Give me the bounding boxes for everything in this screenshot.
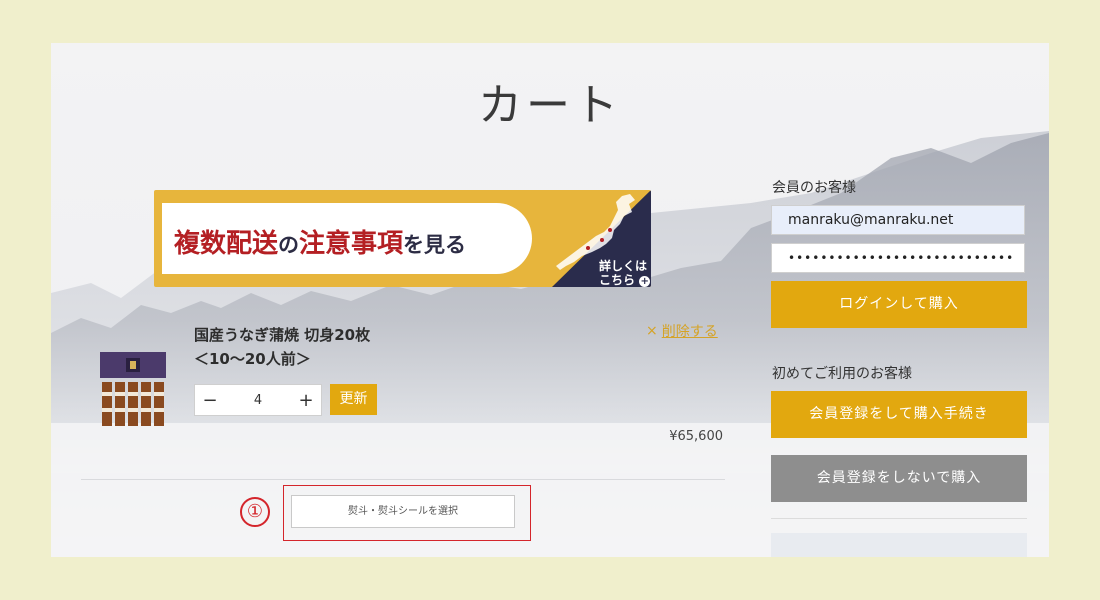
update-button[interactable]: 更新 <box>330 384 377 415</box>
banner-detail-line1: 詳しくは <box>599 259 648 273</box>
close-icon: × <box>646 323 658 339</box>
minus-button[interactable]: − <box>195 390 225 411</box>
purchase-without-register-button[interactable]: 会員登録をしないで購入 <box>771 455 1027 502</box>
page-title: カート <box>478 80 622 131</box>
plus-circle-icon: + <box>639 276 651 287</box>
member-heading: 会員のお客様 <box>772 180 856 196</box>
banner-text-no: の <box>278 232 300 257</box>
password-field[interactable]: •••••••••••••••••••••••••••• <box>771 243 1025 273</box>
banner-text-tail: を見る <box>403 232 467 257</box>
guest-heading: 初めてご利用のお客様 <box>772 366 912 382</box>
right-divider <box>771 518 1027 519</box>
item-price: ¥65,600 <box>669 429 723 444</box>
product-name-line2: ＜10〜20人前＞ <box>194 350 311 368</box>
bottom-panel <box>771 533 1027 557</box>
cart-page: カート 複数配送の注意事項を見る 詳しくは こちら + 国産うなぎ蒲焼 切身20… <box>51 43 1049 557</box>
quantity-stepper: − 4 + <box>194 384 322 416</box>
email-field[interactable]: manraku@manraku.net <box>771 205 1025 235</box>
multi-delivery-banner[interactable]: 複数配送の注意事項を見る <box>154 190 651 287</box>
banner-detail-link[interactable]: 詳しくは こちら + <box>599 259 651 287</box>
plus-button[interactable]: + <box>291 390 321 411</box>
cart-divider <box>81 479 725 480</box>
banner-detail-line2: こちら <box>599 273 636 287</box>
banner-text-red2: 注意事項 <box>299 229 404 259</box>
product-name-line1: 国産うなぎ蒲焼 切身20枚 <box>194 326 371 344</box>
banner-detail-line2-row: こちら + <box>599 273 651 287</box>
login-purchase-button[interactable]: ログインして購入 <box>771 281 1027 328</box>
quantity-value[interactable]: 4 <box>225 393 291 408</box>
product-thumbnail <box>100 352 166 426</box>
delete-item-link[interactable]: × 削除する <box>646 321 718 341</box>
delete-label: 削除する <box>661 324 718 340</box>
banner-headline: 複数配送の注意事項を見る <box>174 223 466 260</box>
register-purchase-button[interactable]: 会員登録をして購入手続き <box>771 391 1027 438</box>
banner-text-red1: 複数配送 <box>174 229 279 259</box>
noshi-select-button[interactable]: 熨斗・熨斗シールを選択 <box>291 495 515 528</box>
annotation-number: ① <box>240 497 270 527</box>
product-name[interactable]: 国産うなぎ蒲焼 切身20枚 ＜10〜20人前＞ <box>194 323 370 371</box>
